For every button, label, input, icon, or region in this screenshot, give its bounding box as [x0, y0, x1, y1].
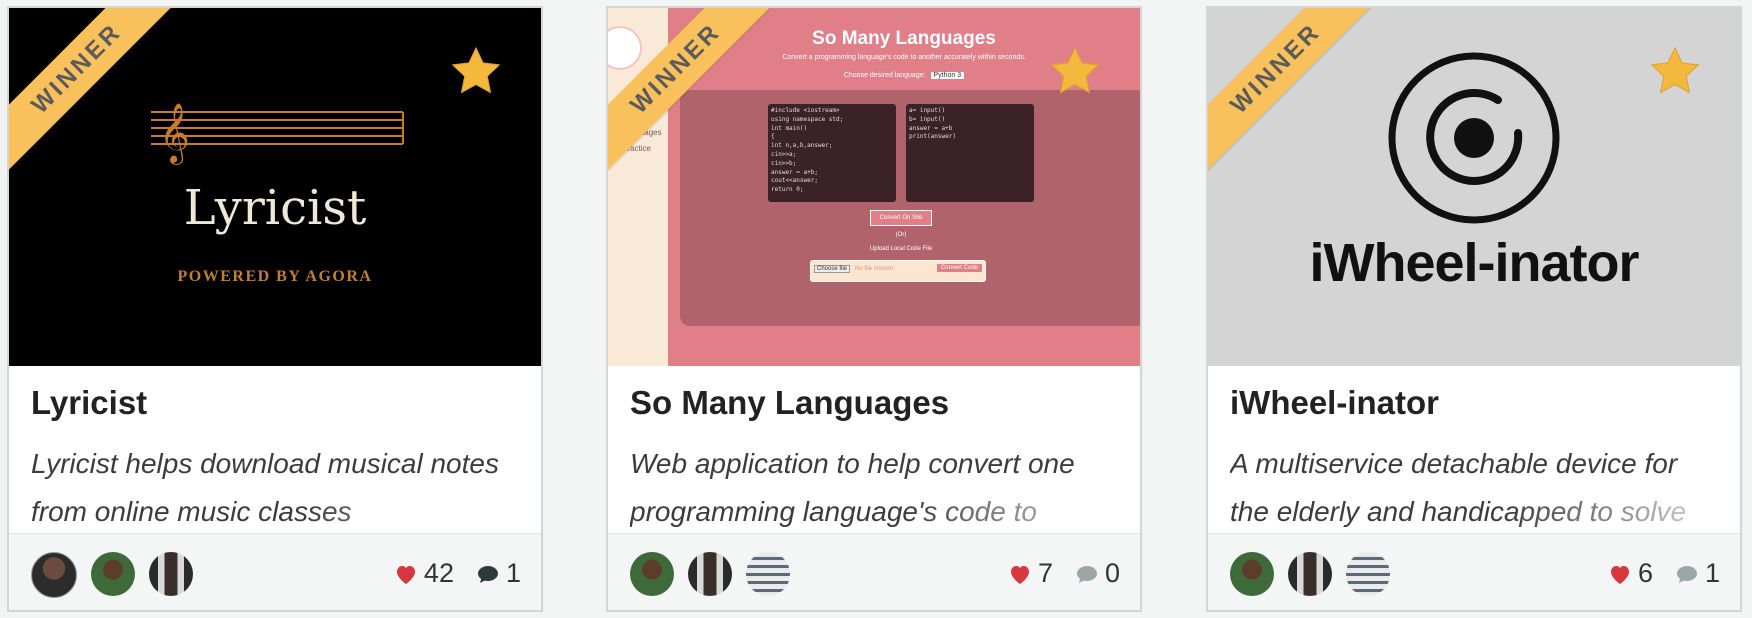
team-avatars — [1230, 552, 1390, 596]
card-footer: 6 1 — [1208, 533, 1740, 610]
thumbnail-code-left: #include <iostream> using namespace std; … — [768, 104, 896, 202]
project-card-iwheel-inator[interactable]: iWheel-inator WINNER iWheel-inator A mul… — [1206, 6, 1742, 612]
avatar[interactable] — [746, 552, 790, 596]
heart-icon — [1010, 565, 1029, 584]
thumbnail-language-select: Python 3 — [930, 72, 965, 79]
comment-count-value: 0 — [1104, 558, 1120, 588]
thumbnail-logo-text: Lyricist — [183, 180, 367, 236]
project-title[interactable]: Lyricist — [31, 384, 147, 422]
comment-count-value: 1 — [505, 558, 521, 588]
thumbnail-choose-file: Choose file — [814, 265, 851, 273]
heart-icon — [1610, 565, 1629, 584]
avatar[interactable] — [1288, 552, 1332, 596]
thumbnail-upload-row: Choose file No file chosen Convert Code — [810, 260, 986, 282]
thumbnail-convert-button: Convert On Site — [870, 210, 932, 226]
avatar[interactable] — [1230, 552, 1274, 596]
comment-count[interactable]: 1 — [476, 558, 521, 589]
like-count-value: 6 — [1637, 558, 1653, 588]
team-avatars — [31, 552, 193, 598]
project-card-lyricist[interactable]: 𝄞 Lyricist POWERED BY AGORA WINNER Lyric… — [7, 6, 543, 612]
project-card-so-many-languages[interactable]: Languages Practice So Many Languages Con… — [606, 6, 1142, 612]
thumbnail-tagline: POWERED BY AGORA — [177, 268, 373, 285]
thumbnail-language-label: Choose desired language: — [843, 72, 926, 79]
comment-icon — [1676, 565, 1697, 583]
project-stats: 6 1 — [1586, 558, 1720, 589]
thumbnail-converter-panel: #include <iostream> using namespace std; … — [680, 90, 1140, 326]
avatar[interactable] — [91, 552, 135, 596]
thumbnail-sidebar-logo — [608, 26, 642, 70]
avatar[interactable] — [630, 552, 674, 596]
svg-text:𝄞: 𝄞 — [159, 103, 190, 165]
star-icon[interactable] — [1048, 44, 1102, 98]
comment-icon — [1076, 565, 1097, 583]
project-title[interactable]: iWheel-inator — [1230, 384, 1439, 422]
like-count-value: 42 — [423, 558, 454, 588]
avatar[interactable] — [1346, 552, 1390, 596]
like-count-value: 7 — [1037, 558, 1053, 588]
thumbnail-no-file: No file chosen — [855, 266, 894, 272]
thumbnail-code-right: a= input() b= input() answer = a+b print(a… — [906, 104, 1034, 202]
comment-icon — [477, 565, 498, 583]
comment-count-value: 1 — [1704, 558, 1720, 588]
avatar[interactable] — [31, 552, 77, 598]
star-icon[interactable] — [449, 44, 503, 98]
avatar[interactable] — [149, 552, 193, 596]
star-icon[interactable] — [1648, 44, 1702, 98]
comment-count[interactable]: 0 — [1075, 558, 1120, 589]
team-avatars — [630, 552, 790, 596]
card-footer: 42 1 — [9, 533, 541, 610]
thumbnail-convert-code: Convert Code — [936, 264, 982, 272]
like-count[interactable]: 7 — [1008, 558, 1053, 589]
thumbnail-upload-label: Upload Local Code File — [869, 246, 933, 252]
like-count[interactable]: 6 — [1608, 558, 1653, 589]
project-title[interactable]: So Many Languages — [630, 384, 949, 422]
thumbnail-logo-text: iWheel-inator — [1309, 233, 1639, 293]
project-stats: 7 0 — [986, 558, 1120, 589]
thumbnail-or-label: (Or) — [895, 232, 907, 238]
project-stats: 42 1 — [372, 558, 521, 589]
like-count[interactable]: 42 — [394, 558, 454, 589]
heart-icon — [396, 565, 415, 584]
card-footer: 7 0 — [608, 533, 1140, 610]
comment-count[interactable]: 1 — [1675, 558, 1720, 589]
avatar[interactable] — [688, 552, 732, 596]
